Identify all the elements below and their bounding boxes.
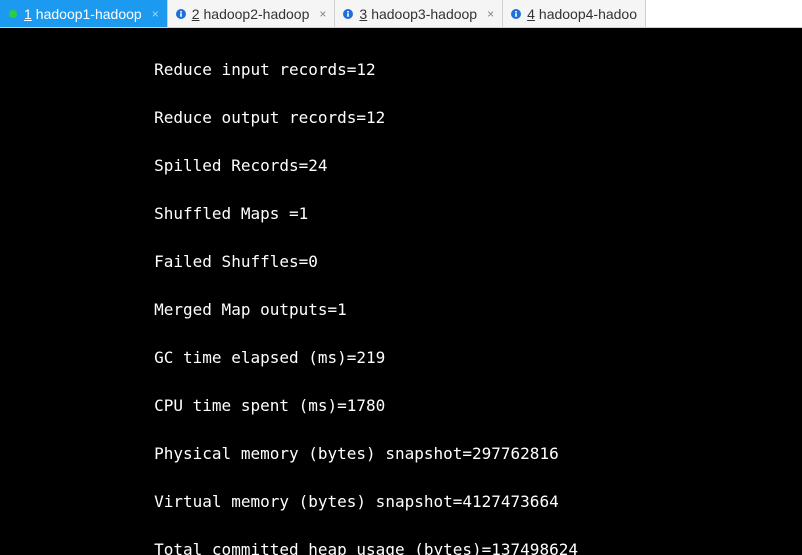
tab-label: 3 hadoop3-hadoop: [359, 6, 477, 22]
tab-label: 2 hadoop2-hadoop: [192, 6, 310, 22]
info-circle-icon: [511, 9, 521, 19]
terminal-output[interactable]: Reduce input records=12 Reduce output re…: [0, 28, 802, 555]
terminal-line: Shuffled Maps =1: [0, 202, 802, 226]
terminal-line: Failed Shuffles=0: [0, 250, 802, 274]
tab-hadoop1[interactable]: 1 hadoop1-hadoop ×: [0, 0, 168, 27]
terminal-line: Physical memory (bytes) snapshot=2977628…: [0, 442, 802, 466]
tab-number: 1: [24, 6, 32, 22]
tab-hadoop3[interactable]: 3 hadoop3-hadoop ×: [335, 0, 503, 27]
close-icon[interactable]: ×: [487, 7, 494, 21]
tab-text: hadoop4-hadoo: [539, 6, 637, 22]
tab-hadoop4[interactable]: 4 hadoop4-hadoo: [503, 0, 646, 27]
tab-number: 2: [192, 6, 200, 22]
tab-number: 4: [527, 6, 535, 22]
terminal-line: Reduce input records=12: [0, 58, 802, 82]
tab-label: 4 hadoop4-hadoo: [527, 6, 637, 22]
terminal-line: Reduce output records=12: [0, 106, 802, 130]
tab-label: 1 hadoop1-hadoop: [24, 6, 142, 22]
terminal-line: Total committed heap usage (bytes)=13749…: [0, 538, 802, 555]
terminal-line: Virtual memory (bytes) snapshot=41274736…: [0, 490, 802, 514]
terminal-line: CPU time spent (ms)=1780: [0, 394, 802, 418]
info-circle-icon: [176, 9, 186, 19]
terminal-line: GC time elapsed (ms)=219: [0, 346, 802, 370]
tab-number: 3: [359, 6, 367, 22]
terminal-line: Merged Map outputs=1: [0, 298, 802, 322]
close-icon[interactable]: ×: [152, 7, 159, 21]
green-dot-icon: [8, 9, 18, 19]
tab-text: hadoop1-hadoop: [36, 6, 142, 22]
tab-bar: 1 hadoop1-hadoop × 2 hadoop2-hadoop × 3 …: [0, 0, 802, 28]
info-circle-icon: [343, 9, 353, 19]
tab-hadoop2[interactable]: 2 hadoop2-hadoop ×: [168, 0, 336, 27]
tab-text: hadoop3-hadoop: [371, 6, 477, 22]
terminal-line: Spilled Records=24: [0, 154, 802, 178]
tab-text: hadoop2-hadoop: [204, 6, 310, 22]
close-icon[interactable]: ×: [319, 7, 326, 21]
